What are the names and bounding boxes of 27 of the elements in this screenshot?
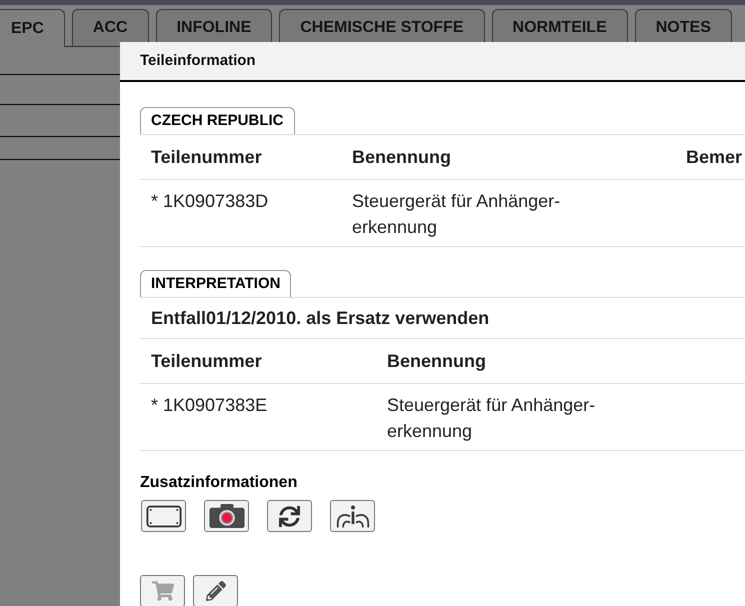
pencil-icon <box>206 581 226 601</box>
info-button[interactable] <box>330 500 375 532</box>
extra-info-title: Zusatzinformationen <box>140 473 298 493</box>
table-cell-text: Steuergerät für Anhänger-erkennung <box>352 190 562 239</box>
tab[interactable]: EPC <box>0 9 65 47</box>
refresh-button[interactable] <box>267 500 312 532</box>
info-arch-icon <box>336 504 370 528</box>
section-note: Entfall01/12/2010. als Ersatz verwenden <box>151 306 490 330</box>
section-label: CZECH REPUBLIC <box>140 107 295 134</box>
column-header: Teilenummer <box>151 350 262 372</box>
table-cell-text: * 1K0907383E <box>151 394 268 417</box>
section-label: INTERPRETATION <box>140 270 292 297</box>
column-header: Benennung <box>352 146 451 169</box>
refresh-icon <box>279 506 300 526</box>
camera-icon <box>208 504 244 528</box>
column-header: Teilenummer <box>151 146 262 168</box>
cart-icon <box>152 581 174 601</box>
edit-button[interactable] <box>193 575 238 606</box>
camera-button[interactable] <box>204 500 249 532</box>
column-header: Benennung <box>387 350 486 373</box>
table-cell-text: * 1K0907383D <box>151 190 268 213</box>
table-cell-text: Steuergerät für Anhänger-erkennung <box>387 394 596 443</box>
dialog-title: Teileinformation <box>140 50 256 71</box>
tab[interactable]: ACC <box>72 9 149 46</box>
frame-button[interactable] <box>141 500 186 532</box>
column-header: Bemer <box>686 146 742 168</box>
frame-icon <box>146 504 182 528</box>
